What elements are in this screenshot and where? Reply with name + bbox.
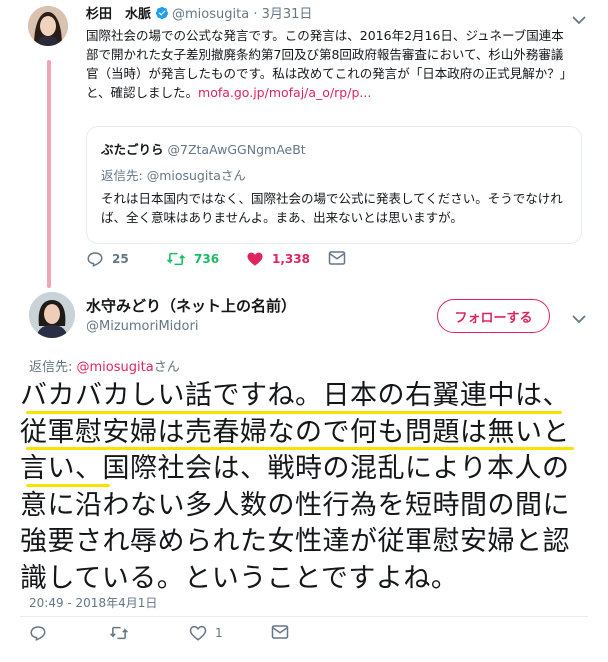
author-handle[interactable]: @MizumoriMidori xyxy=(86,319,198,334)
reply-mention[interactable]: @miosugita xyxy=(77,360,154,375)
like-icon xyxy=(189,624,207,642)
tweet-text-line: 意に沿わない多人数の性行為を短時間の間に xyxy=(20,489,570,521)
tweet-timestamp[interactable]: 20:49 - 2018年4月1日 xyxy=(29,594,157,611)
like-button[interactable]: 1,338 xyxy=(246,250,310,268)
quoted-author-handle: @7ZtaAwGGNgmAeBt xyxy=(167,142,306,157)
quoted-author-name: ぶたごりら xyxy=(101,142,164,157)
chevron-down-icon[interactable] xyxy=(572,10,586,29)
like-button[interactable]: 1 xyxy=(189,624,223,642)
verified-badge-icon xyxy=(155,6,169,26)
parent-tweet[interactable]: 杉田 水脈 @miosugita · 3月31日 国際社会の場での公式な発言です。… xyxy=(0,0,608,290)
avatar-photo xyxy=(29,292,75,338)
retweet-icon xyxy=(109,624,129,642)
tweet-text-line: 強要され辱められた女性達が従軍慰安婦と認 xyxy=(20,526,570,557)
retweet-icon xyxy=(166,250,186,268)
reply-icon xyxy=(86,250,104,268)
avatar[interactable] xyxy=(28,6,68,46)
reply-context: 返信先: @miosugitaさん xyxy=(29,356,180,375)
avatar-photo xyxy=(28,6,68,46)
quoted-author[interactable]: ぶたごりら @7ZtaAwGGNgmAeBt xyxy=(101,139,306,158)
like-count: 1,338 xyxy=(272,252,310,266)
author-name[interactable]: 水守みどり（ネット上の名前） xyxy=(86,295,296,316)
quoted-reply-context: 返信先: @miosugitaさん xyxy=(101,165,246,184)
tweet-text: バカバカしい話ですね。日本の右翼連中は、 従軍慰安婦は売春婦なので何も問題は無い… xyxy=(20,378,590,597)
tweet-link[interactable]: mofa.go.jp/mofaj/a_o/rp/p... xyxy=(198,85,371,100)
reply-label: 返信先: xyxy=(29,360,77,375)
reply-suffix: さん xyxy=(220,168,246,183)
quoted-tweet[interactable]: ぶたごりら @7ZtaAwGGNgmAeBt 返信先: @miosugitaさん … xyxy=(86,126,582,244)
reply-button[interactable]: 25 xyxy=(86,250,129,268)
author-handle[interactable]: @miosugita xyxy=(172,7,249,22)
reply-label: 返信先: xyxy=(101,168,147,183)
reply-icon xyxy=(29,624,47,642)
dm-button[interactable] xyxy=(328,250,346,266)
reply-mention: @miosugita xyxy=(146,168,221,183)
tweet-date[interactable]: 3月31日 xyxy=(262,7,313,22)
avatar[interactable] xyxy=(29,292,75,338)
retweet-button[interactable] xyxy=(109,624,137,642)
tweet-text-line: 識している。ということですよね。 xyxy=(20,562,459,594)
dm-button[interactable] xyxy=(271,624,289,640)
follow-button[interactable]: フォローする xyxy=(437,299,550,333)
quoted-tweet-text: それは日本国内ではなく、国際社会の場で公式に発表してください。そうでなければ、全… xyxy=(101,191,563,225)
author-name[interactable]: 杉田 水脈 xyxy=(86,7,151,22)
divider xyxy=(20,616,588,617)
chevron-down-icon[interactable] xyxy=(572,309,586,328)
like-icon xyxy=(246,250,264,268)
parent-tweet-header: 杉田 水脈 @miosugita · 3月31日 xyxy=(86,6,312,26)
dm-icon xyxy=(328,250,346,266)
retweet-button[interactable]: 736 xyxy=(166,250,219,268)
highlight-underline xyxy=(26,484,110,487)
tweet-text: 国際社会の場での公式な発言です。この発言は、2016年2月16日、ジュネーブ国連… xyxy=(86,26,566,102)
highlight-underline xyxy=(26,447,574,450)
tweet-text-line: 言い、国際社会は、戦時の混乱により本人の xyxy=(20,453,570,484)
reply-count: 25 xyxy=(112,252,129,266)
retweet-count: 736 xyxy=(194,252,220,266)
dm-icon xyxy=(271,624,289,640)
tweet-text-line: バカバカしい話ですね。日本の右翼連中は、 xyxy=(20,380,570,411)
like-count: 1 xyxy=(215,626,223,640)
highlight-underline xyxy=(26,411,562,414)
reply-button[interactable] xyxy=(29,624,55,642)
reply-suffix: さん xyxy=(153,360,180,375)
tweet-text-line: 従軍慰安婦は売春婦なので何も問題は無いと xyxy=(20,416,570,448)
separator-dot: · xyxy=(253,7,258,22)
